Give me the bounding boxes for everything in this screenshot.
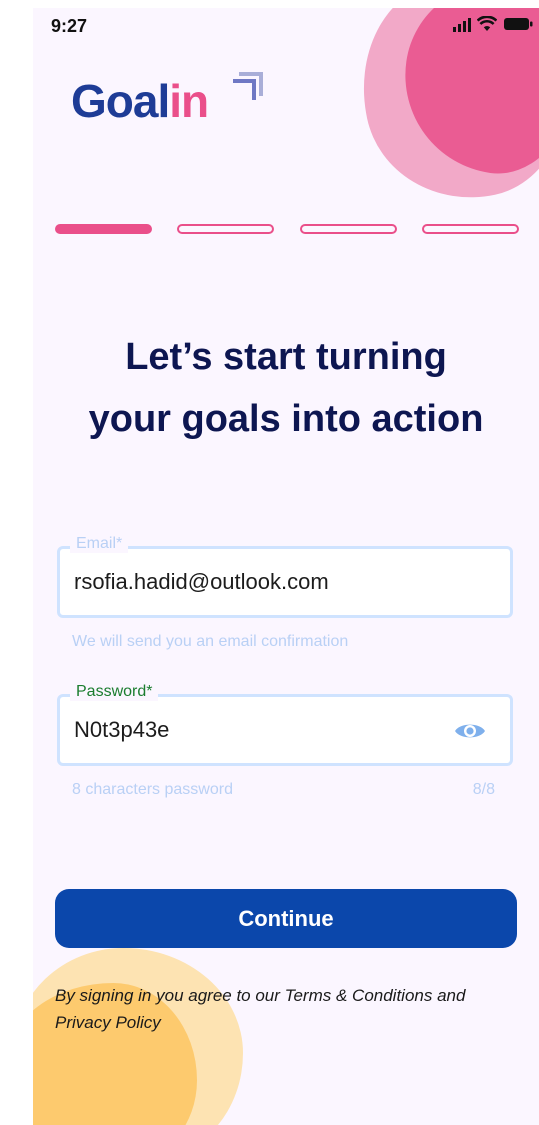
progress-step-3 (299, 224, 397, 234)
password-helper-text: 8 characters password (72, 781, 233, 798)
signal-icon (453, 18, 471, 32)
arrow-up-right-icon (233, 72, 263, 100)
headline-line-2: your goals into action (88, 398, 484, 440)
email-helper-text: We will send you an email confirmation (72, 633, 349, 650)
terms-conjunction: and (432, 986, 466, 1005)
terms-prefix: By signing in you agree to our (55, 986, 285, 1005)
progress-step-1 (55, 224, 152, 234)
continue-button[interactable]: Continue (55, 889, 517, 948)
progress-steps (55, 224, 519, 234)
terms-text: By signing in you agree to our Terms & C… (55, 982, 525, 1036)
progress-step-4 (421, 224, 519, 234)
password-field[interactable]: Password* (57, 683, 513, 766)
logo-text-in: in (169, 75, 209, 127)
status-time: 9:27 (51, 16, 88, 36)
password-label: Password* (70, 683, 159, 701)
email-input[interactable] (74, 569, 444, 595)
status-icons (453, 12, 533, 32)
logo-text-goal: Goal (71, 75, 170, 127)
privacy-policy-link[interactable]: Privacy Policy (55, 1013, 161, 1032)
password-char-counter: 8/8 (472, 781, 495, 798)
app-logo: Goalin (71, 75, 209, 127)
page-headline: Let’s start turning your goals into acti… (33, 326, 539, 450)
wifi-icon (477, 16, 497, 31)
email-field[interactable]: Email* (57, 535, 513, 618)
email-label: Email* (70, 535, 129, 553)
battery-icon (504, 18, 533, 30)
signup-screen: 9:27 Goalin Let’s start turning your goa… (33, 8, 539, 1125)
headline-line-1: Let’s start turning (125, 336, 447, 378)
password-input[interactable] (74, 717, 444, 743)
terms-conditions-link[interactable]: Terms & Conditions (285, 986, 433, 1005)
eye-icon[interactable] (454, 721, 486, 741)
progress-step-2 (177, 224, 275, 234)
